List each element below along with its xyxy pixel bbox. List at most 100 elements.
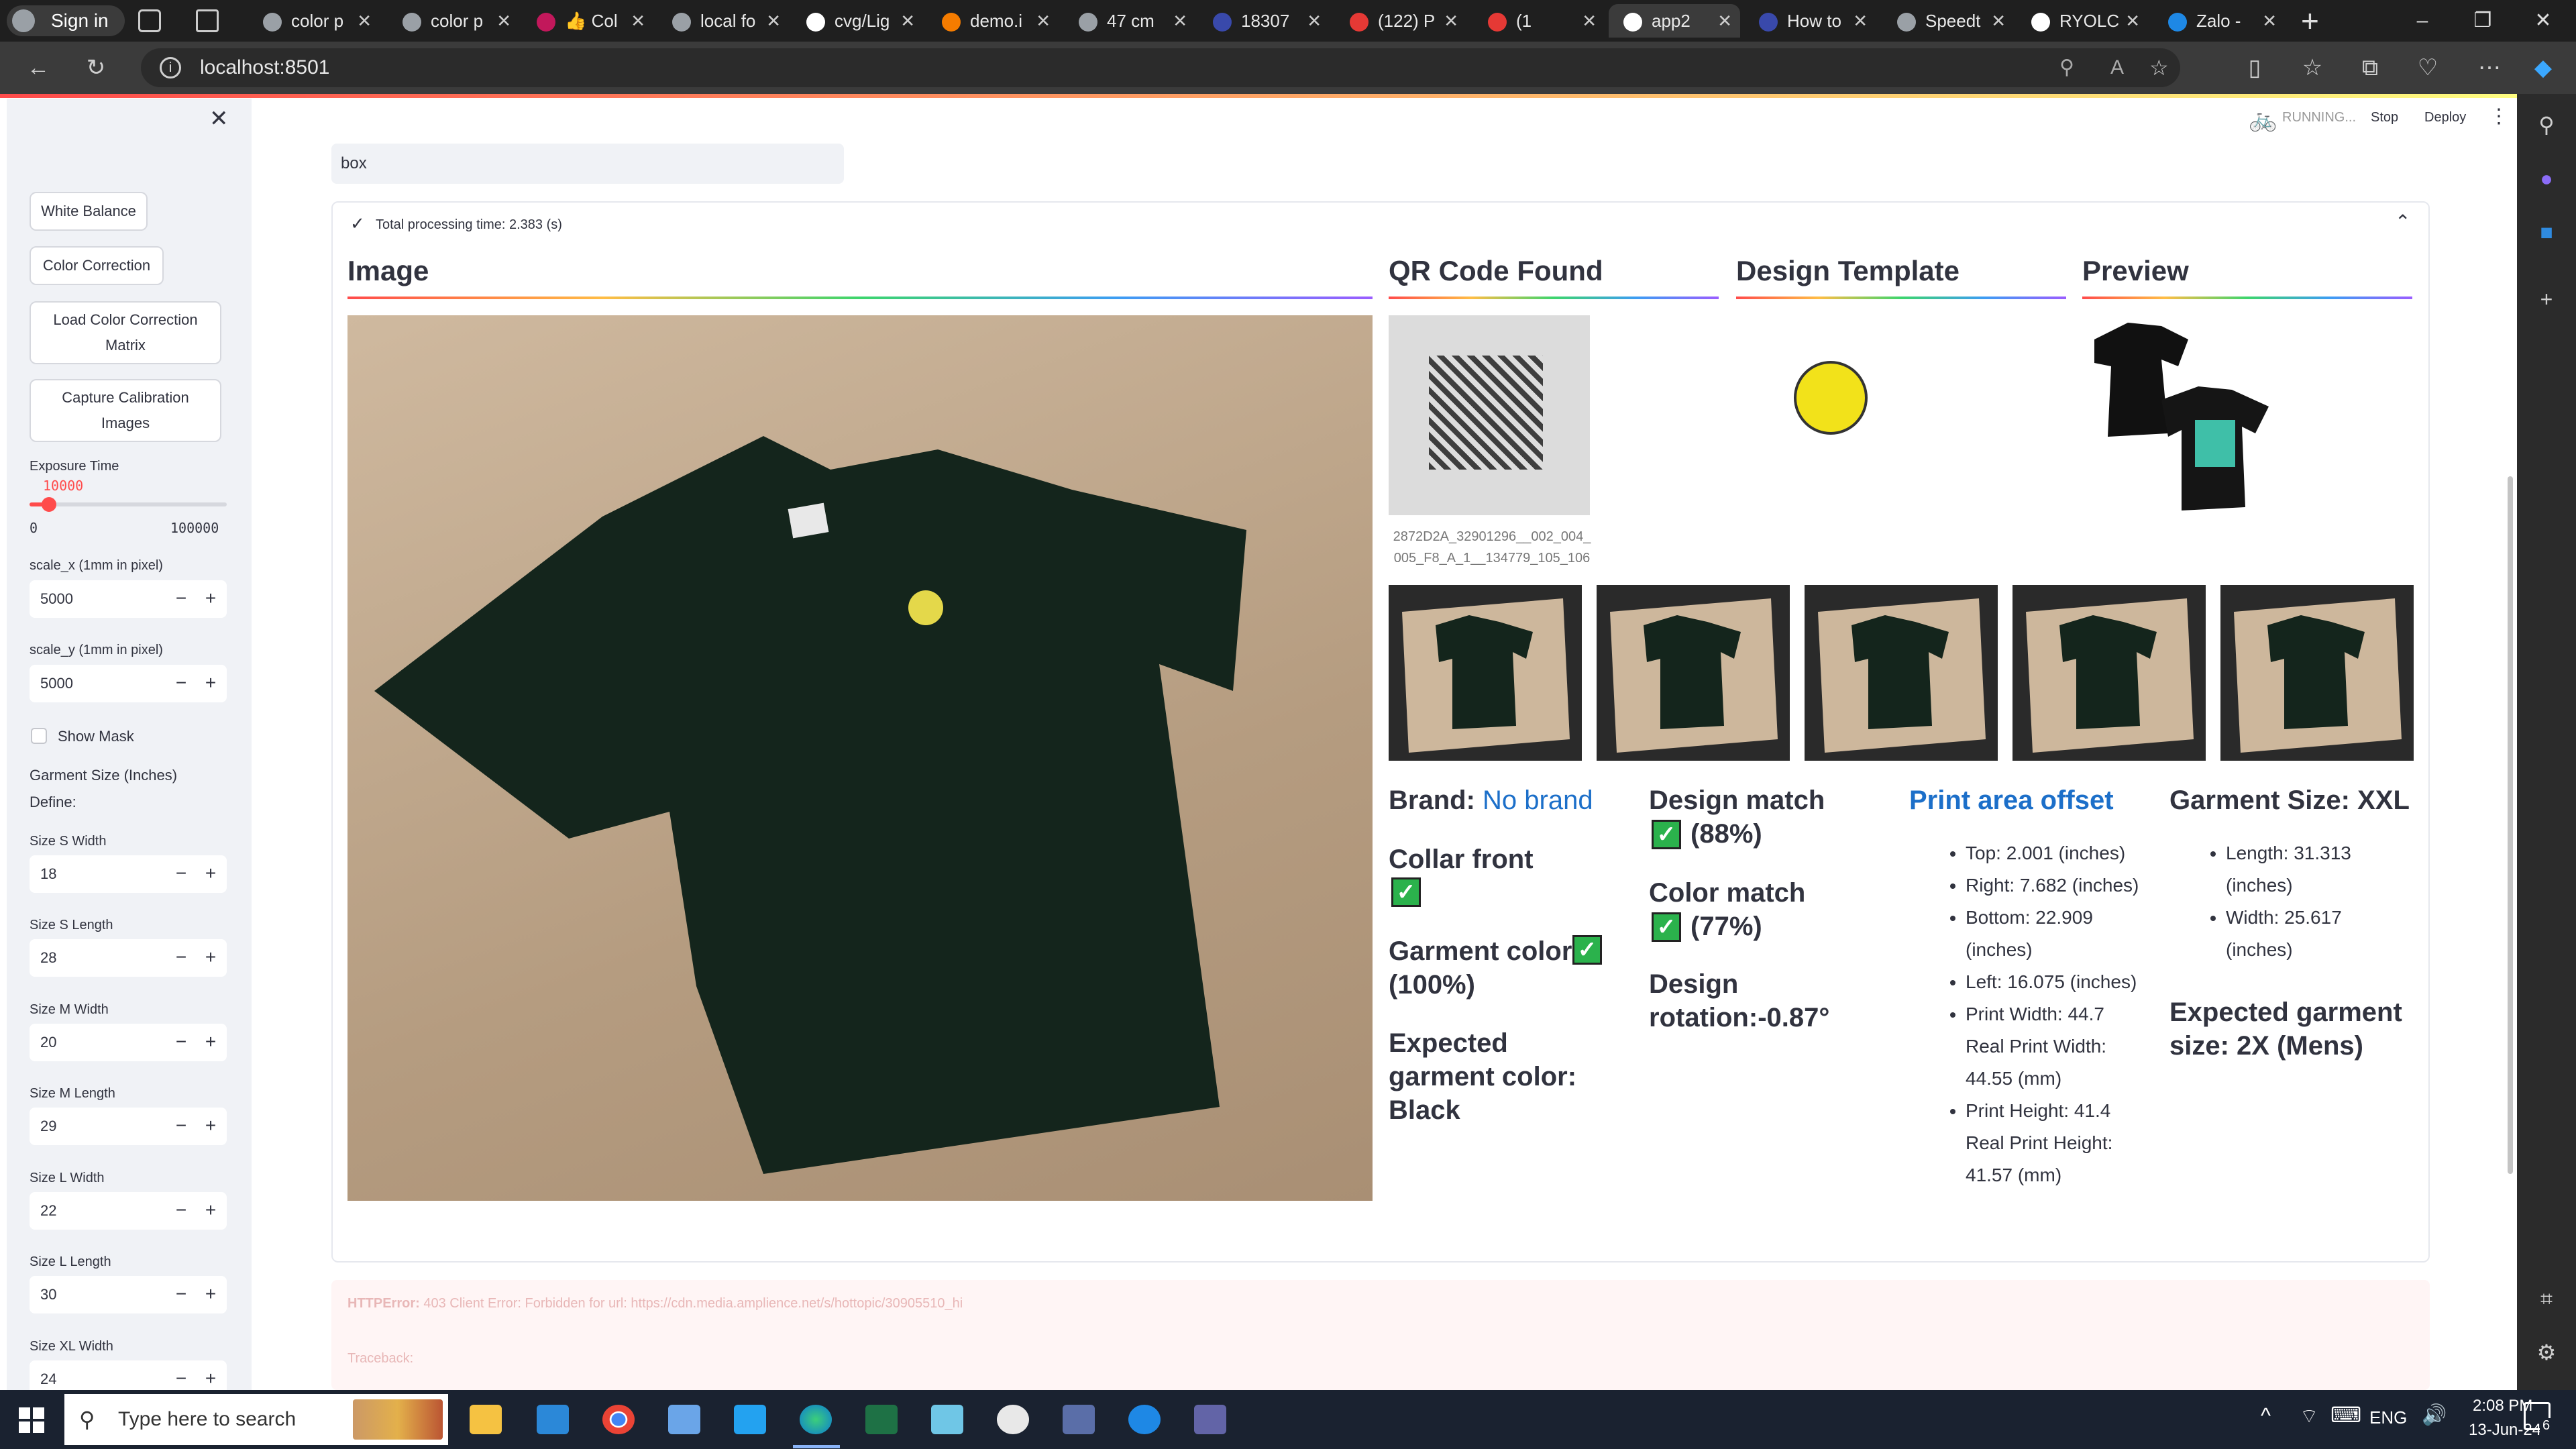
start-button-icon[interactable]: [19, 1407, 44, 1433]
browser-tab[interactable]: RYOLC ✕: [2017, 4, 2148, 38]
browser-tab[interactable]: app2 ✕: [1609, 4, 1740, 38]
tab-close-icon[interactable]: ✕: [1036, 4, 1051, 38]
size-field-input[interactable]: 20 − +: [30, 1024, 227, 1061]
color-correction-button[interactable]: Color Correction: [30, 246, 164, 285]
minimize-button[interactable]: –: [2392, 0, 2453, 42]
scale-y-decrement[interactable]: −: [168, 665, 195, 701]
size-field-value[interactable]: 20: [40, 1024, 56, 1061]
screenshot-icon[interactable]: ⌗: [2532, 1284, 2561, 1313]
search-input[interactable]: box: [331, 144, 844, 184]
size-field-input[interactable]: 30 − +: [30, 1276, 227, 1313]
size-field-decrement[interactable]: −: [168, 855, 195, 892]
keyboard-icon[interactable]: ⌨: [2330, 1402, 2361, 1428]
volume-icon[interactable]: 🔊: [2422, 1403, 2447, 1427]
tab-close-icon[interactable]: ✕: [766, 4, 781, 38]
tab-actions-icon[interactable]: [196, 9, 219, 32]
size-field-input[interactable]: 28 − +: [30, 939, 227, 977]
size-field-value[interactable]: 29: [40, 1108, 56, 1145]
calculator-icon[interactable]: [1063, 1405, 1095, 1434]
back-icon[interactable]: ←: [24, 54, 52, 82]
size-field-value[interactable]: 28: [40, 939, 56, 977]
exposure-slider-track[interactable]: [30, 497, 227, 512]
scale-y-increment[interactable]: +: [197, 665, 224, 701]
excel-icon[interactable]: [865, 1405, 898, 1434]
read-aloud-icon[interactable]: A: [2110, 48, 2124, 87]
settings-gear-icon[interactable]: ⚙: [2532, 1338, 2561, 1367]
profile-button[interactable]: Sign in: [7, 5, 125, 36]
size-field-increment[interactable]: +: [197, 939, 224, 975]
tab-close-icon[interactable]: ✕: [900, 4, 915, 38]
tab-close-icon[interactable]: ✕: [631, 4, 645, 38]
capture-calibration-images-button[interactable]: Capture Calibration Images: [30, 379, 221, 442]
taskbar-search-box[interactable]: ⚲ Type here to search: [64, 1394, 448, 1445]
browser-tab[interactable]: 18307 ✕: [1198, 4, 1330, 38]
performance-icon[interactable]: ♡: [2414, 54, 2442, 82]
show-mask-checkbox[interactable]: [31, 728, 47, 744]
browser-tab[interactable]: Speedt ✕: [1882, 4, 2014, 38]
browser-tab[interactable]: (1 ✕: [1473, 4, 1605, 38]
tab-close-icon[interactable]: ✕: [1307, 4, 1322, 38]
tab-close-icon[interactable]: ✕: [2262, 4, 2277, 38]
size-field-input[interactable]: 22 − +: [30, 1192, 227, 1230]
browser-tab[interactable]: (122) P ✕: [1335, 4, 1466, 38]
site-info-icon[interactable]: i: [160, 57, 181, 78]
reload-icon[interactable]: ↻: [82, 54, 110, 82]
tab-close-icon[interactable]: ✕: [1717, 4, 1732, 38]
size-field-decrement[interactable]: −: [168, 1192, 195, 1228]
tab-close-icon[interactable]: ✕: [1173, 4, 1187, 38]
scale-x-value[interactable]: 5000: [40, 580, 73, 618]
size-field-increment[interactable]: +: [197, 1276, 224, 1312]
size-field-increment[interactable]: +: [197, 1192, 224, 1228]
tab-close-icon[interactable]: ✕: [357, 4, 372, 38]
new-tab-button[interactable]: +: [2301, 3, 2319, 39]
size-field-decrement[interactable]: −: [168, 1024, 195, 1060]
collapse-chevron-icon[interactable]: ⌃: [2395, 211, 2410, 233]
language-indicator[interactable]: ENG: [2369, 1407, 2407, 1428]
tab-close-icon[interactable]: ✕: [1853, 4, 1868, 38]
search-input-value[interactable]: box: [341, 144, 367, 184]
size-field-increment[interactable]: +: [197, 1024, 224, 1060]
tab-close-icon[interactable]: ✕: [496, 4, 511, 38]
size-field-value[interactable]: 22: [40, 1192, 56, 1230]
close-window-button[interactable]: ✕: [2513, 0, 2573, 42]
size-field-decrement[interactable]: −: [168, 1108, 195, 1144]
notepad-icon[interactable]: [931, 1405, 963, 1434]
scale-x-decrement[interactable]: −: [168, 580, 195, 616]
browser-tab[interactable]: cvg/Lig ✕: [792, 4, 923, 38]
page-scrollbar[interactable]: [2508, 476, 2513, 1174]
stop-button[interactable]: Stop: [2371, 110, 2398, 125]
store-icon[interactable]: [537, 1405, 569, 1434]
favorites-icon[interactable]: ☆: [2298, 54, 2326, 82]
paint-icon[interactable]: [997, 1405, 1029, 1434]
browser-tab[interactable]: color p ✕: [248, 4, 380, 38]
zalo-taskbar-icon[interactable]: [1128, 1405, 1161, 1434]
scale-x-increment[interactable]: +: [197, 580, 224, 616]
favorite-star-icon[interactable]: ☆: [2149, 48, 2169, 87]
browser-tab[interactable]: demo.i ✕: [927, 4, 1059, 38]
tab-close-icon[interactable]: ✕: [1582, 4, 1597, 38]
deploy-button[interactable]: Deploy: [2424, 110, 2466, 125]
copilot-side-icon[interactable]: ●: [2532, 164, 2561, 193]
copilot-icon[interactable]: ◆: [2529, 54, 2557, 82]
load-color-correction-matrix-button[interactable]: Load Color Correction Matrix: [30, 301, 221, 364]
file-explorer-icon[interactable]: [470, 1405, 502, 1434]
size-field-decrement[interactable]: −: [168, 939, 195, 975]
browser-tab[interactable]: 👍 Col ✕: [522, 4, 653, 38]
size-field-input[interactable]: 18 − +: [30, 855, 227, 893]
close-sidebar-icon[interactable]: ✕: [209, 105, 229, 132]
size-field-increment[interactable]: +: [197, 855, 224, 892]
size-field-decrement[interactable]: −: [168, 1276, 195, 1312]
scale-y-input[interactable]: 5000 − +: [30, 665, 227, 702]
size-field-increment[interactable]: +: [197, 1108, 224, 1144]
size-field-value[interactable]: 30: [40, 1276, 56, 1313]
split-screen-icon[interactable]: ▯: [2241, 54, 2269, 82]
more-menu-icon[interactable]: ⋯: [2475, 54, 2504, 82]
white-balance-button[interactable]: White Balance: [30, 192, 148, 231]
remote-desktop-icon[interactable]: [668, 1405, 700, 1434]
url-field[interactable]: i localhost:8501 ⚲ A ☆: [141, 48, 2180, 87]
main-menu-icon[interactable]: ⋮: [2489, 105, 2509, 128]
tab-close-icon[interactable]: ✕: [2125, 4, 2140, 38]
browser-tab[interactable]: 47 cm ✕: [1064, 4, 1195, 38]
zoom-icon[interactable]: ⚲: [2059, 48, 2074, 87]
browser-tab[interactable]: color p ✕: [388, 4, 519, 38]
